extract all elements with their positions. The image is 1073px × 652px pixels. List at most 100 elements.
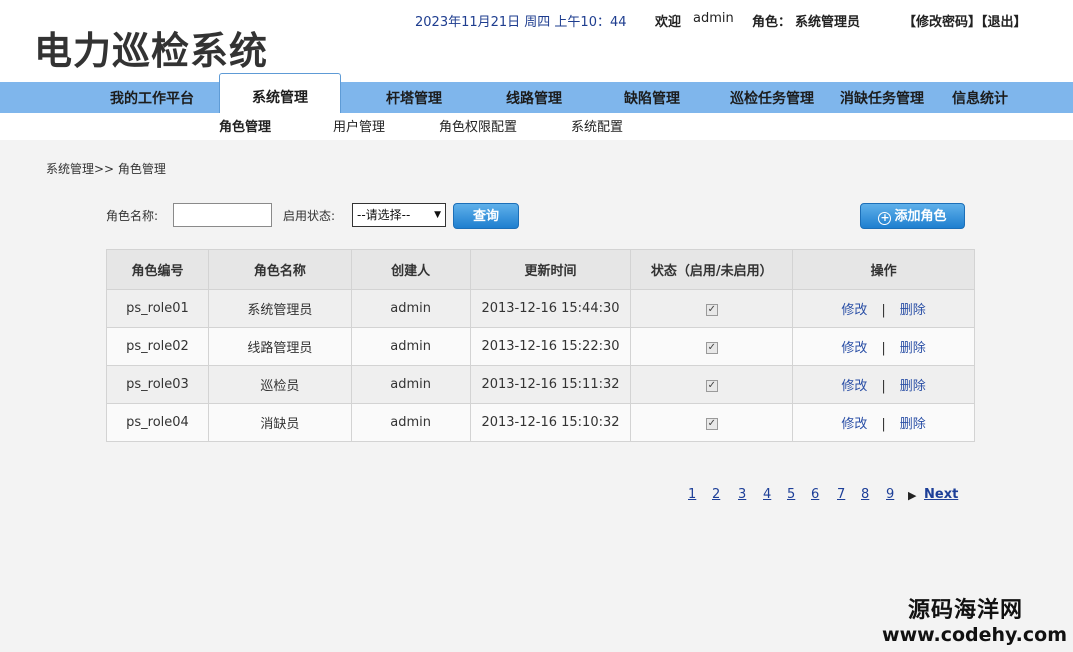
cell-creator: admin (350, 365, 471, 404)
subnav-item-system-config[interactable]: 系统配置 (571, 113, 623, 140)
roles-table: 角色编号 角色名称 创建人 更新时间 状态（启用/未启用） 操作 ps_role… (106, 249, 975, 442)
subnav-item-role-management[interactable]: 角色管理 (219, 113, 271, 140)
watermark-url: www.codehy.com (882, 624, 1067, 646)
page-link-5[interactable]: 5 (787, 487, 795, 502)
page-link-2[interactable]: 2 (712, 487, 720, 502)
nav-item-patrol-task-management[interactable]: 巡检任务管理 (726, 82, 818, 113)
page-link-7[interactable]: 7 (837, 487, 845, 502)
delete-link[interactable]: 删除 (900, 341, 926, 356)
top-links: 【修改密码】【退出】 (903, 11, 1027, 30)
cell-role-name: 巡检员 (207, 365, 352, 404)
enabled-checkbox[interactable]: ✓ (705, 418, 718, 430)
nav-item-line-management[interactable]: 线路管理 (500, 82, 568, 113)
role-name-label: 角色名称: (106, 209, 159, 223)
role-name-input[interactable] (173, 203, 272, 227)
cell-role-id: ps_role04 (106, 403, 209, 442)
page-link-6[interactable]: 6 (811, 487, 819, 502)
cell-role-name: 系统管理员 (207, 289, 352, 328)
cell-status: ✓ (630, 289, 794, 328)
table-header-row: 角色编号 角色名称 创建人 更新时间 状态（启用/未启用） 操作 (106, 249, 975, 290)
watermark: 源码海洋网 www.codehy.com (882, 592, 1067, 646)
username: admin (693, 11, 734, 26)
header-role-id: 角色编号 (106, 249, 209, 290)
cell-actions: 修改 | 删除 (792, 289, 975, 328)
nav-item-defect-removal-task-management[interactable]: 消缺任务管理 (836, 82, 928, 113)
delete-link[interactable]: 删除 (900, 303, 926, 318)
current-datetime: 2023年11月21日 周四 上午10：44 (415, 15, 627, 30)
cell-role-id: ps_role03 (106, 365, 209, 404)
delete-link[interactable]: 删除 (900, 417, 926, 432)
edit-link[interactable]: 修改 (841, 341, 867, 356)
status-select-value: --请选择-- (357, 208, 411, 222)
table-row: ps_role03 巡检员 admin 2013-12-16 15:11:32 … (106, 365, 975, 404)
triangle-right-icon: ▶ (908, 489, 917, 502)
page-link-1[interactable]: 1 (688, 487, 696, 502)
logout-link[interactable]: 【退出】 (981, 15, 1027, 30)
cell-role-id: ps_role02 (106, 327, 209, 366)
add-role-button[interactable]: + 添加角色 (860, 203, 965, 229)
role-label: 角色： (752, 15, 792, 30)
cell-role-name: 线路管理员 (207, 327, 352, 366)
next-page-link[interactable]: Next (924, 487, 958, 502)
edit-link[interactable]: 修改 (841, 303, 867, 318)
nav-item-tower-management[interactable]: 杆塔管理 (380, 82, 448, 113)
action-separator: | (881, 341, 886, 356)
table-row: ps_role04 消缺员 admin 2013-12-16 15:10:32 … (106, 403, 975, 442)
cell-creator: admin (350, 327, 471, 366)
status-label: 启用状态: (283, 209, 336, 223)
cell-actions: 修改 | 删除 (792, 403, 975, 442)
page-link-8[interactable]: 8 (861, 487, 869, 502)
action-separator: | (881, 379, 886, 394)
cell-role-id: ps_role01 (106, 289, 209, 328)
cell-status: ✓ (630, 365, 794, 404)
header: 电力巡检系统 2023年11月21日 周四 上午10：44 欢迎 admin 角… (0, 0, 1073, 82)
subnav-item-role-permission[interactable]: 角色权限配置 (439, 113, 517, 140)
edit-link[interactable]: 修改 (841, 417, 867, 432)
add-role-button-label: 添加角色 (894, 209, 947, 224)
sub-nav: 角色管理 用户管理 角色权限配置 系统配置 (0, 113, 1073, 140)
delete-link[interactable]: 删除 (900, 379, 926, 394)
nav-item-system-management[interactable]: 系统管理 (219, 73, 341, 113)
table-row: ps_role02 线路管理员 admin 2013-12-16 15:22:3… (106, 327, 975, 366)
header-creator: 创建人 (350, 249, 471, 290)
cell-actions: 修改 | 删除 (792, 365, 975, 404)
cell-updated-time: 2013-12-16 15:22:30 (469, 327, 632, 366)
cell-updated-time: 2013-12-16 15:11:32 (469, 365, 632, 404)
enabled-checkbox[interactable]: ✓ (705, 304, 718, 316)
watermark-site-name: 源码海洋网 (907, 598, 1023, 623)
enabled-checkbox[interactable]: ✓ (705, 380, 718, 392)
cell-status: ✓ (630, 403, 794, 442)
subnav-item-user-management[interactable]: 用户管理 (333, 113, 385, 140)
header-updated-time: 更新时间 (469, 249, 632, 290)
cell-status: ✓ (630, 327, 794, 366)
app-title: 电力巡检系统 (34, 29, 269, 73)
header-role-name: 角色名称 (207, 249, 352, 290)
cell-actions: 修改 | 删除 (792, 327, 975, 366)
plus-circle-icon: + (878, 211, 892, 225)
breadcrumb: 系统管理>> 角色管理 (46, 162, 166, 176)
nav-item-statistics[interactable]: 信息统计 (948, 82, 1012, 113)
table-row: ps_role01 系统管理员 admin 2013-12-16 15:44:3… (106, 289, 975, 328)
action-separator: | (881, 417, 886, 432)
chevron-down-icon: ▼ (434, 210, 441, 220)
cell-updated-time: 2013-12-16 15:44:30 (469, 289, 632, 328)
role-value: 系统管理员 (795, 15, 861, 30)
page-link-4[interactable]: 4 (763, 487, 771, 502)
cell-creator: admin (350, 289, 471, 328)
edit-link[interactable]: 修改 (841, 379, 867, 394)
cell-creator: admin (350, 403, 471, 442)
page-link-9[interactable]: 9 (886, 487, 894, 502)
query-button[interactable]: 查询 (453, 203, 519, 229)
nav-item-defect-management[interactable]: 缺陷管理 (618, 82, 686, 113)
page-link-3[interactable]: 3 (738, 487, 746, 502)
status-select[interactable]: --请选择-- ▼ (352, 203, 446, 227)
cell-updated-time: 2013-12-16 15:10:32 (469, 403, 632, 442)
main-nav: 我的工作平台 系统管理 杆塔管理 线路管理 缺陷管理 巡检任务管理 消缺任务管理… (0, 73, 1073, 113)
enabled-checkbox[interactable]: ✓ (705, 342, 718, 354)
top-info-bar: 2023年11月21日 周四 上午10：44 欢迎 admin 角色： 系统管理… (415, 11, 1043, 30)
cell-role-name: 消缺员 (207, 403, 352, 442)
action-separator: | (881, 303, 886, 318)
change-password-link[interactable]: 【修改密码】 (903, 15, 981, 30)
welcome-label: 欢迎 (655, 15, 682, 30)
nav-item-workbench[interactable]: 我的工作平台 (106, 82, 198, 113)
